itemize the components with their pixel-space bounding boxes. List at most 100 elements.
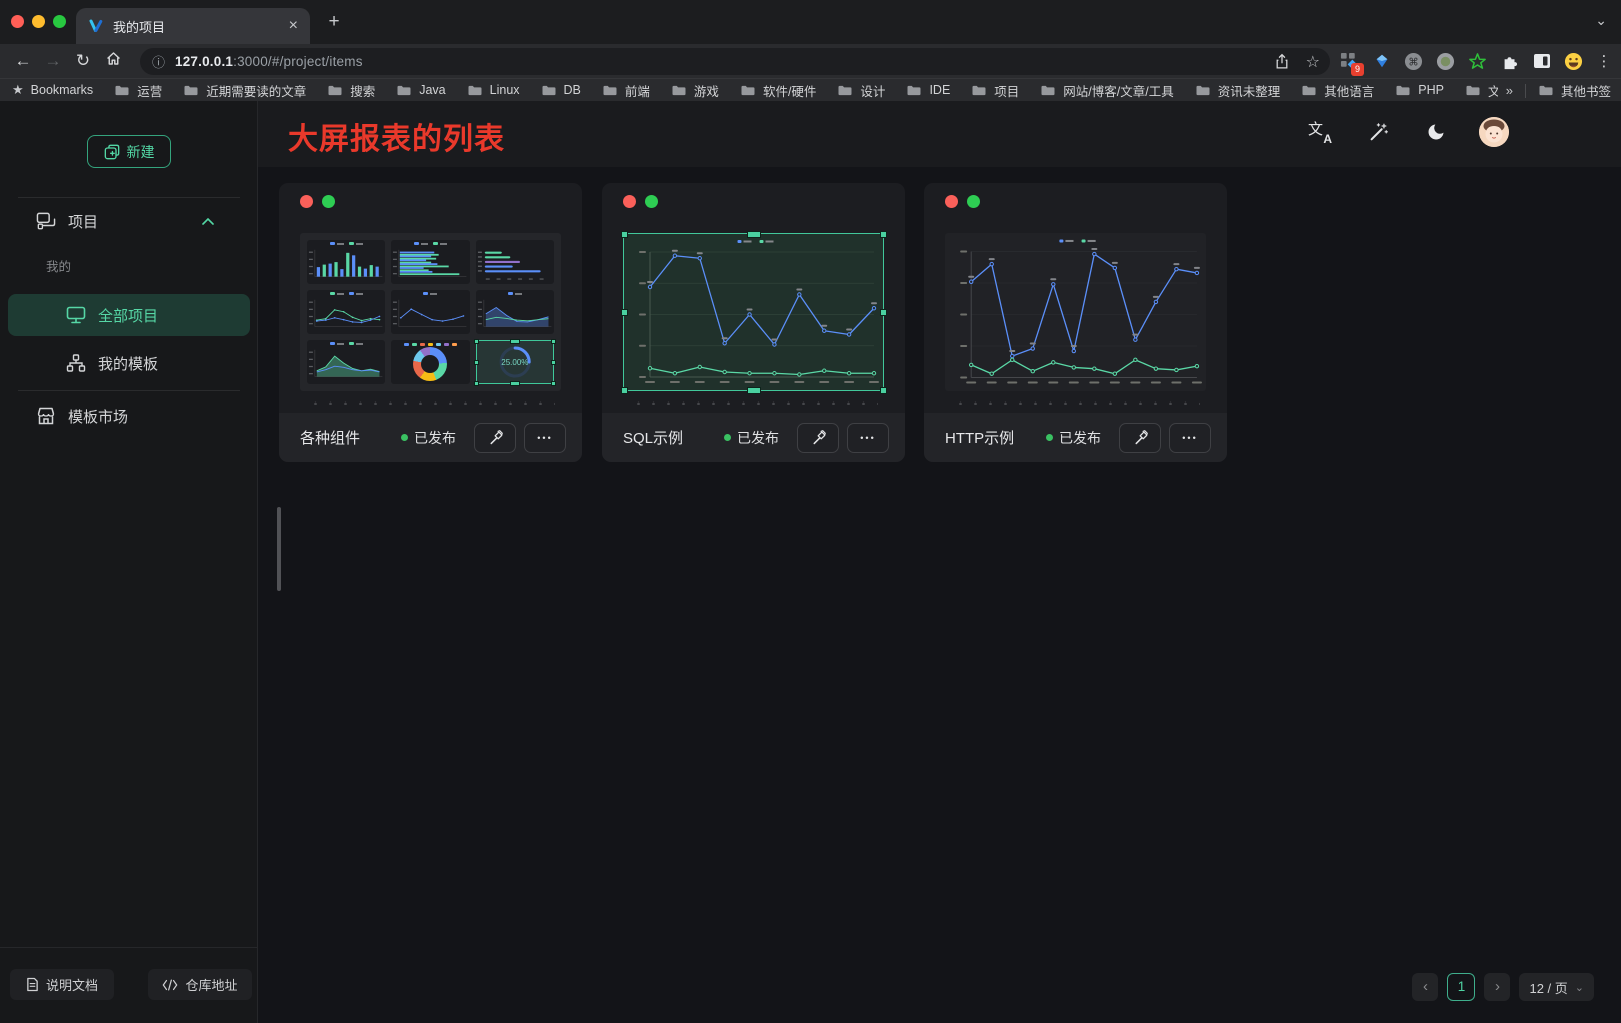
site-info-icon[interactable]: ⓘ [152, 52, 165, 71]
selection-handle[interactable] [880, 231, 887, 238]
selection-handle[interactable] [880, 309, 887, 316]
edit-button[interactable] [474, 423, 516, 453]
extension-monkey-icon[interactable]: 9 [1339, 51, 1360, 72]
more-button[interactable]: ••• [847, 423, 889, 453]
selection-handle[interactable] [880, 387, 887, 394]
url-path: :3000/#/project/items [233, 54, 363, 69]
project-thumbnail[interactable] [945, 233, 1206, 391]
docs-button[interactable]: 说明文档 [10, 969, 114, 1000]
selection-handle[interactable] [747, 387, 761, 394]
user-avatar[interactable] [1479, 117, 1509, 147]
language-toggle-button[interactable]: 文A [1305, 117, 1335, 147]
selection-handle[interactable] [551, 339, 556, 344]
bookmark-item[interactable]: Linux [467, 81, 520, 100]
hammer-icon [487, 429, 504, 446]
folder-icon [1465, 84, 1481, 97]
extensions-puzzle-icon[interactable] [1499, 51, 1520, 72]
bookmarks-manager[interactable]: ★ Bookmarks [12, 82, 93, 98]
bookmark-item[interactable]: 前端 [602, 81, 650, 100]
bookmark-item[interactable]: 网站/博客/文章/工具 [1040, 81, 1173, 100]
bookmark-item[interactable]: 设计 [837, 81, 885, 100]
more-button[interactable]: ••• [1169, 423, 1211, 453]
scrollbar-thumb[interactable] [277, 507, 281, 591]
mini-legend [307, 342, 385, 345]
bookmark-item[interactable]: 游戏 [671, 81, 719, 100]
bookmark-item[interactable]: IDE [906, 81, 950, 100]
window-close-button[interactable] [11, 15, 24, 28]
sidebar-item-template-market[interactable]: 模板市场 [36, 398, 236, 434]
selection-handle[interactable] [551, 381, 556, 386]
extension-gem-icon[interactable] [1371, 51, 1392, 72]
back-button[interactable]: ← [8, 51, 38, 71]
project-thumbnail[interactable]: 25.00% [300, 233, 561, 391]
bookmark-item[interactable]: Java [396, 81, 445, 100]
chevron-up-icon[interactable] [202, 218, 214, 225]
other-bookmarks-folder[interactable]: 其他书签 [1538, 81, 1611, 100]
browser-menu-icon[interactable]: ⋮ [1595, 52, 1613, 70]
forward-button[interactable]: → [38, 51, 68, 71]
bookmark-item[interactable]: 运营 [114, 81, 162, 100]
theme-magic-button[interactable] [1363, 117, 1393, 147]
reload-button[interactable]: ↻ [68, 51, 98, 71]
selection-handle[interactable] [474, 339, 479, 344]
bookmark-item[interactable]: 近期需要读的文章 [183, 81, 306, 100]
bookmark-item[interactable]: DB [541, 81, 581, 100]
edit-button[interactable] [1119, 423, 1161, 453]
current-page-button[interactable]: 1 [1447, 973, 1475, 1001]
new-project-button[interactable]: 新建 [87, 135, 171, 168]
extension-star-icon[interactable] [1467, 51, 1488, 72]
selection-handle[interactable] [474, 381, 479, 386]
selection-handle[interactable] [551, 360, 556, 365]
command-glyph: ⌘ [1408, 57, 1418, 68]
dark-mode-button[interactable] [1421, 117, 1451, 147]
bookmark-item[interactable]: 项目 [971, 81, 1019, 100]
selection-handle[interactable] [510, 339, 520, 344]
page-size-select[interactable]: 12 / 页 ⌄ [1519, 973, 1594, 1001]
tab-close-icon[interactable]: × [289, 18, 298, 34]
next-page-button[interactable]: › [1484, 973, 1510, 1001]
new-tab-button[interactable]: + [322, 10, 346, 34]
sidebar-toggle-icon[interactable] [1531, 51, 1552, 72]
edit-button[interactable] [797, 423, 839, 453]
browser-tab[interactable]: 我的项目 × [76, 8, 310, 44]
divider [0, 947, 258, 948]
sidebar-item-my-templates[interactable]: 我的模板 [66, 345, 236, 381]
card-footer: HTTP示例 已发布 ••• [924, 413, 1227, 462]
extension-record-icon[interactable] [1435, 51, 1456, 72]
bookmark-item[interactable]: PHP [1395, 81, 1444, 100]
bookmark-item[interactable]: 搜索 [327, 81, 375, 100]
selection-handle[interactable] [474, 360, 479, 365]
extension-emoji-icon[interactable] [1563, 51, 1584, 72]
bookmark-star-icon[interactable]: ☆ [1306, 52, 1320, 72]
project-card[interactable]: SQL示例 已发布 ••• [602, 183, 905, 462]
card-title: SQL示例 [623, 427, 724, 448]
tab-search-icon[interactable]: ⌄ [1595, 12, 1607, 29]
project-thumbnail-selected[interactable] [623, 233, 884, 391]
extension-command-icon[interactable]: ⌘ [1403, 51, 1424, 72]
bookmark-item[interactable]: 软件/硬件 [740, 81, 816, 100]
selection-handle[interactable] [510, 381, 520, 386]
project-card[interactable]: HTTP示例 已发布 ••• [924, 183, 1227, 462]
selection-handle[interactable] [621, 309, 628, 316]
code-icon [162, 979, 178, 991]
window-zoom-button[interactable] [53, 15, 66, 28]
project-card[interactable]: 25.00% 各种组件 已发布 ••• [279, 183, 582, 462]
home-button[interactable] [98, 50, 128, 72]
bookmark-item[interactable]: 资讯未整理 [1195, 81, 1281, 100]
selection-handle[interactable] [621, 231, 628, 238]
bookmarks-overflow-icon[interactable]: » [1506, 83, 1513, 98]
selection-handle[interactable] [621, 387, 628, 394]
bookmark-item[interactable]: 其他语言 [1301, 81, 1374, 100]
address-bar[interactable]: ⓘ 127.0.0.1:3000/#/project/items ☆ [140, 48, 1330, 75]
sidebar-item-project[interactable]: 项目 [36, 205, 236, 237]
folder-icon [602, 84, 618, 97]
sidebar-item-all-projects[interactable]: 全部项目 [8, 294, 250, 336]
dotted-separator [951, 401, 1200, 405]
more-button[interactable]: ••• [524, 423, 566, 453]
prev-page-button[interactable]: ‹ [1412, 973, 1438, 1001]
window-minimize-button[interactable] [32, 15, 45, 28]
hammer-icon [810, 429, 827, 446]
share-icon[interactable] [1274, 53, 1290, 70]
selection-handle[interactable] [747, 231, 761, 238]
repo-button[interactable]: 仓库地址 [148, 969, 252, 1000]
